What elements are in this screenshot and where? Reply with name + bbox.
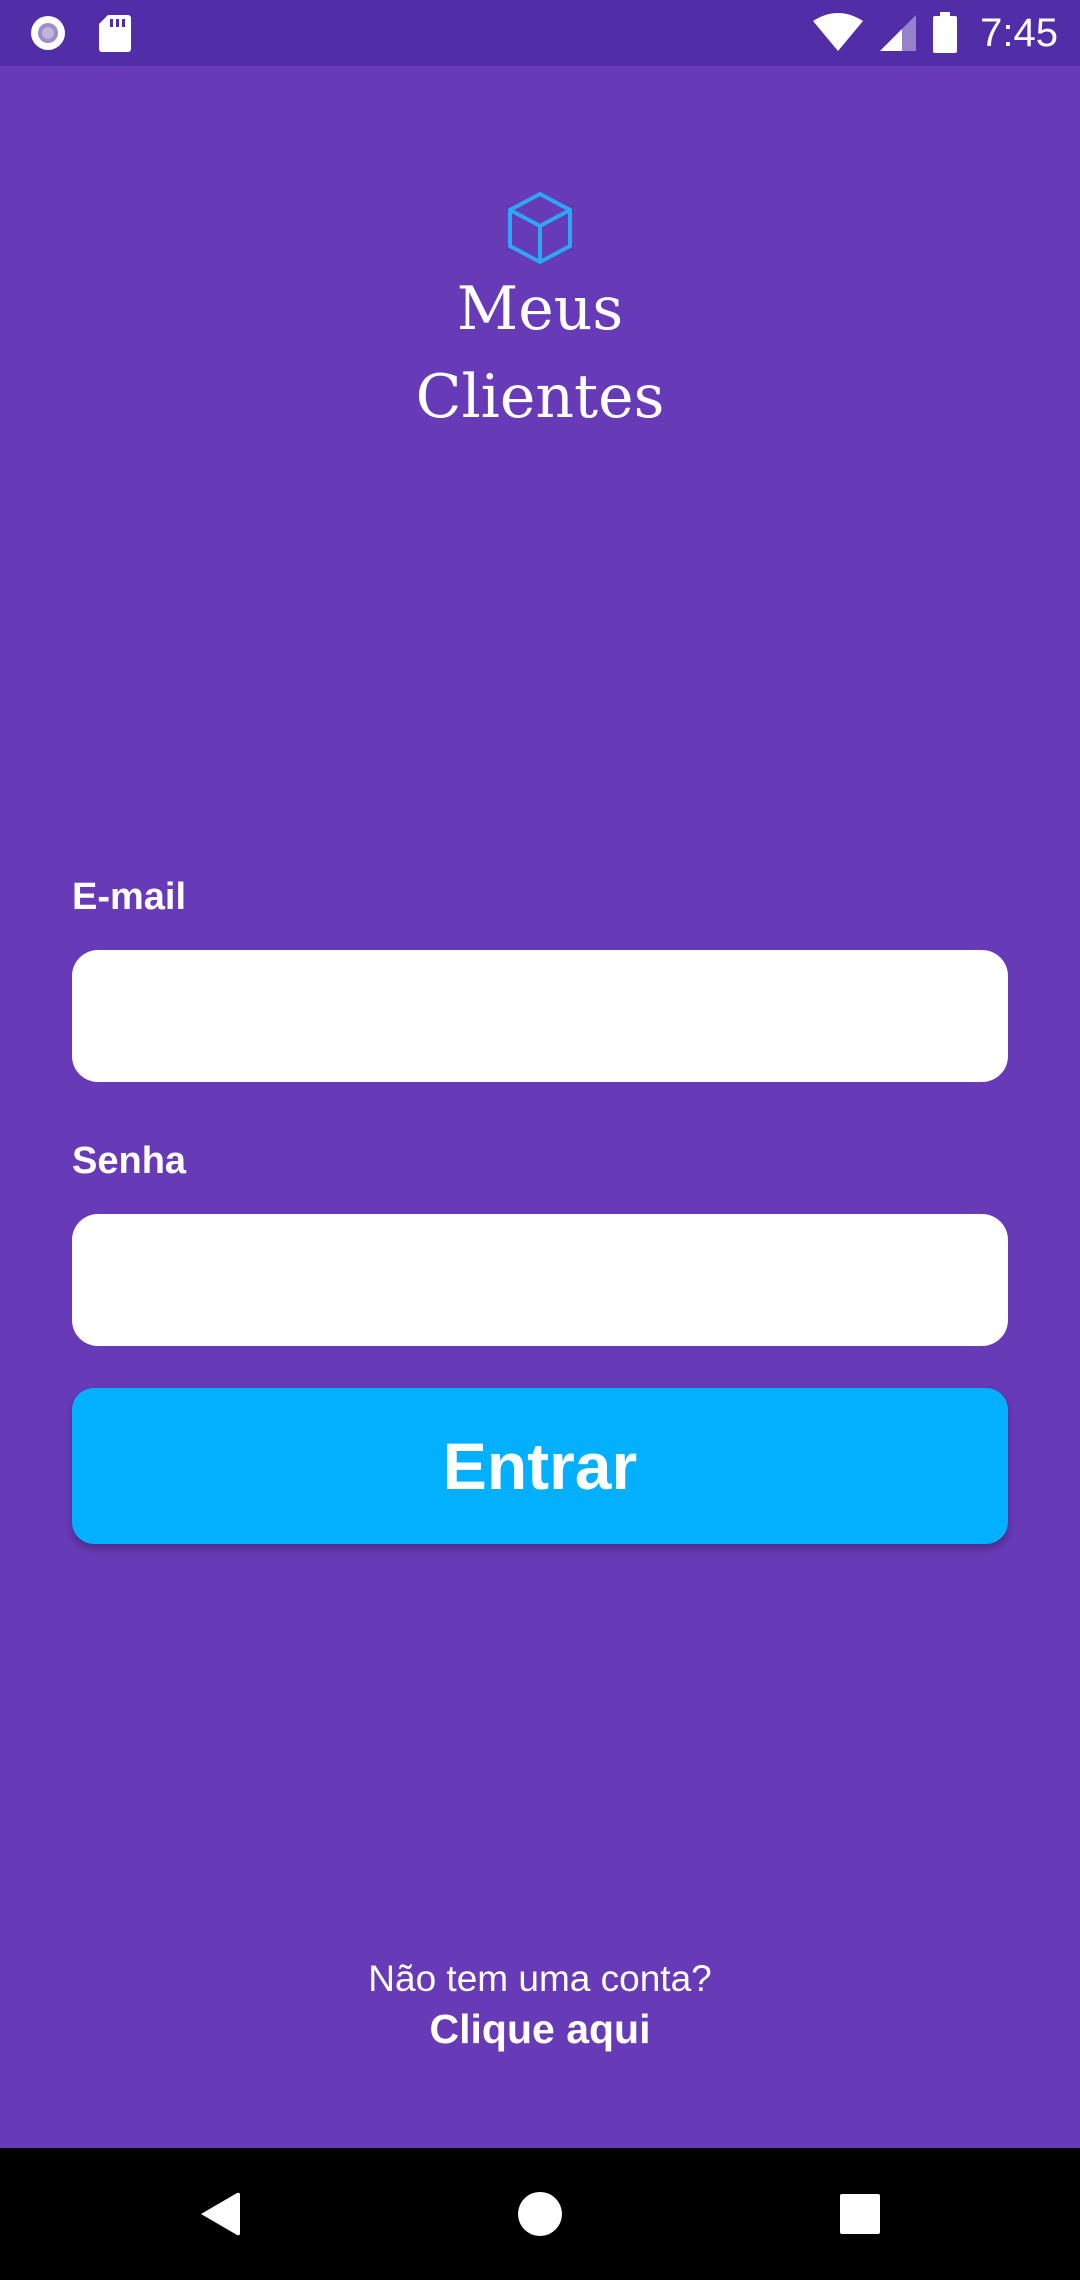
home-icon <box>518 2192 562 2236</box>
recents-button[interactable] <box>800 2148 920 2280</box>
navigation-bar <box>0 2148 1080 2280</box>
password-label: Senha <box>72 1140 187 1182</box>
status-time: 7:45 <box>980 10 1058 55</box>
record-icon <box>31 16 65 50</box>
cube-icon <box>508 192 572 264</box>
sd-card-icon <box>99 15 131 52</box>
cell-signal-icon <box>880 15 917 51</box>
status-left-icons <box>28 12 132 54</box>
recents-icon <box>840 2194 880 2234</box>
login-form: E-mail Senha <box>72 872 1008 1346</box>
email-label: E-mail <box>72 876 187 918</box>
app-name-line2: Clientes <box>415 362 665 432</box>
wifi-icon <box>813 13 864 51</box>
signup-link[interactable]: Clique aqui <box>0 2004 1080 2054</box>
password-field[interactable] <box>72 1214 1008 1346</box>
status-bar: 7:45 <box>0 0 1080 66</box>
app-logo: Meus Clientes <box>0 190 1080 442</box>
login-button[interactable]: Entrar <box>72 1388 1008 1544</box>
email-field[interactable] <box>72 950 1008 1082</box>
signup-prompt: Não tem uma conta? Clique aqui <box>0 1954 1080 2054</box>
signup-question: Não tem uma conta? <box>368 1958 712 1999</box>
home-button[interactable] <box>480 2148 600 2280</box>
battery-icon <box>933 12 958 53</box>
app-name-line1: Meus <box>456 274 624 344</box>
status-right-icons: 7:45 <box>812 0 1058 66</box>
back-button[interactable] <box>160 2148 280 2280</box>
back-icon <box>201 2192 240 2236</box>
